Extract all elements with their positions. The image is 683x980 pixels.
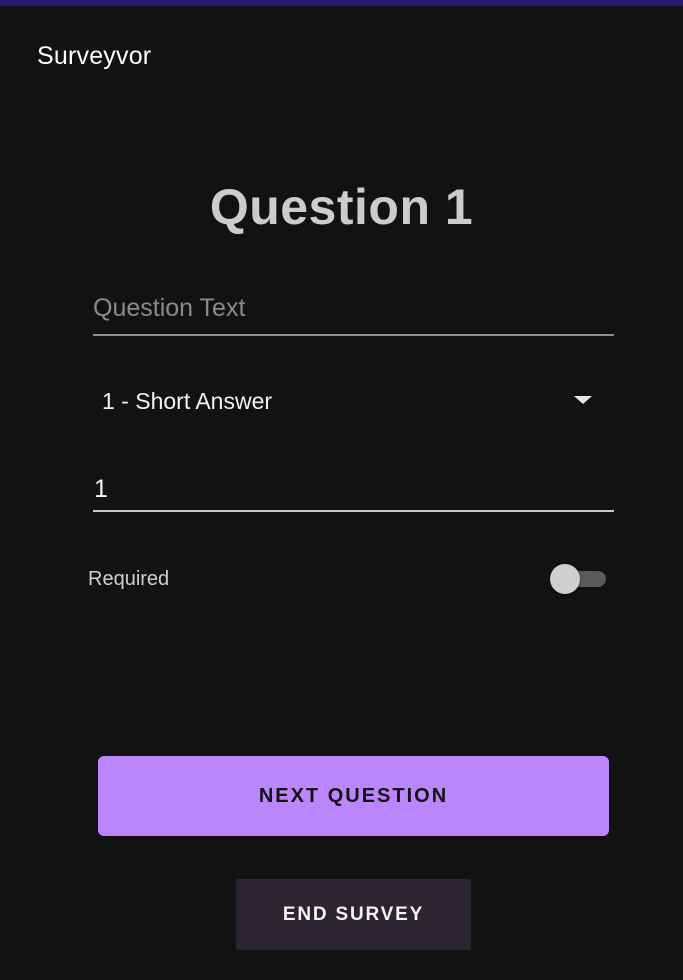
question-title: Question 1 — [209, 179, 474, 235]
question-number-field[interactable]: 1 — [93, 468, 614, 512]
required-toggle[interactable] — [550, 564, 606, 594]
question-type-dropdown[interactable]: 1 - Short Answer — [93, 376, 614, 424]
question-type-value: 1 - Short Answer — [102, 388, 273, 414]
end-survey-button[interactable]: END SURVEY — [236, 879, 471, 950]
question-text-field[interactable]: Question Text — [93, 290, 614, 336]
app-bar: Surveyvor — [0, 6, 683, 100]
next-question-button[interactable]: NEXT QUESTION — [98, 756, 609, 836]
required-toggle-thumb — [550, 564, 580, 594]
required-label: Required — [88, 568, 170, 590]
question-number-value: 1 — [94, 475, 108, 503]
screen: Surveyvor Question 1 Question Text 1 - S… — [0, 0, 683, 980]
app-title: Surveyvor — [37, 42, 152, 70]
chevron-down-icon — [574, 396, 592, 404]
question-text-placeholder: Question Text — [93, 294, 246, 322]
